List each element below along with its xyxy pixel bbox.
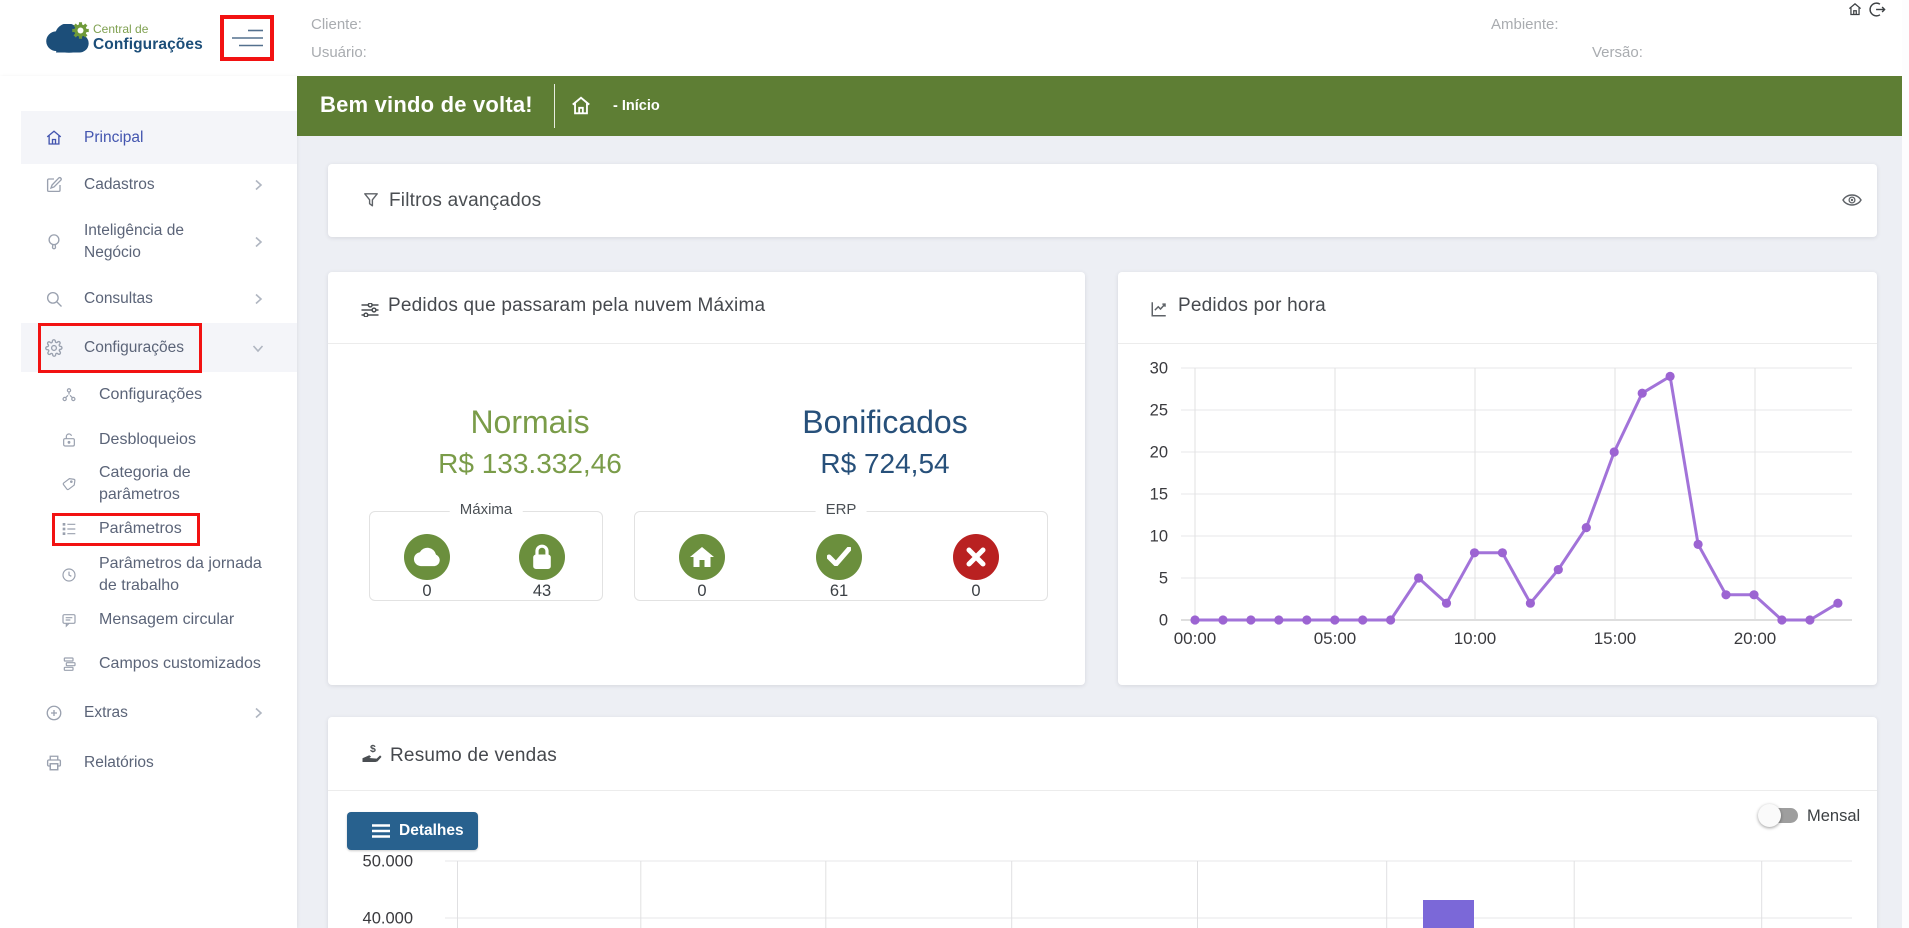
svg-text:20: 20: [1150, 444, 1168, 462]
svg-text:10:00: 10:00: [1454, 629, 1497, 648]
svg-text:25: 25: [1150, 402, 1168, 420]
svg-text:15:00: 15:00: [1594, 629, 1637, 648]
svg-text:15: 15: [1150, 486, 1168, 504]
svg-text:30: 30: [1150, 360, 1168, 378]
svg-text:5: 5: [1159, 570, 1168, 588]
svg-text:50.000: 50.000: [363, 853, 413, 871]
svg-text:10: 10: [1150, 528, 1168, 546]
svg-text:0: 0: [1159, 612, 1168, 630]
svg-text:20:00: 20:00: [1734, 629, 1777, 648]
svg-text:00:00: 00:00: [1174, 629, 1217, 648]
svg-text:40.000: 40.000: [363, 910, 413, 928]
svg-text:05:00: 05:00: [1314, 629, 1357, 648]
